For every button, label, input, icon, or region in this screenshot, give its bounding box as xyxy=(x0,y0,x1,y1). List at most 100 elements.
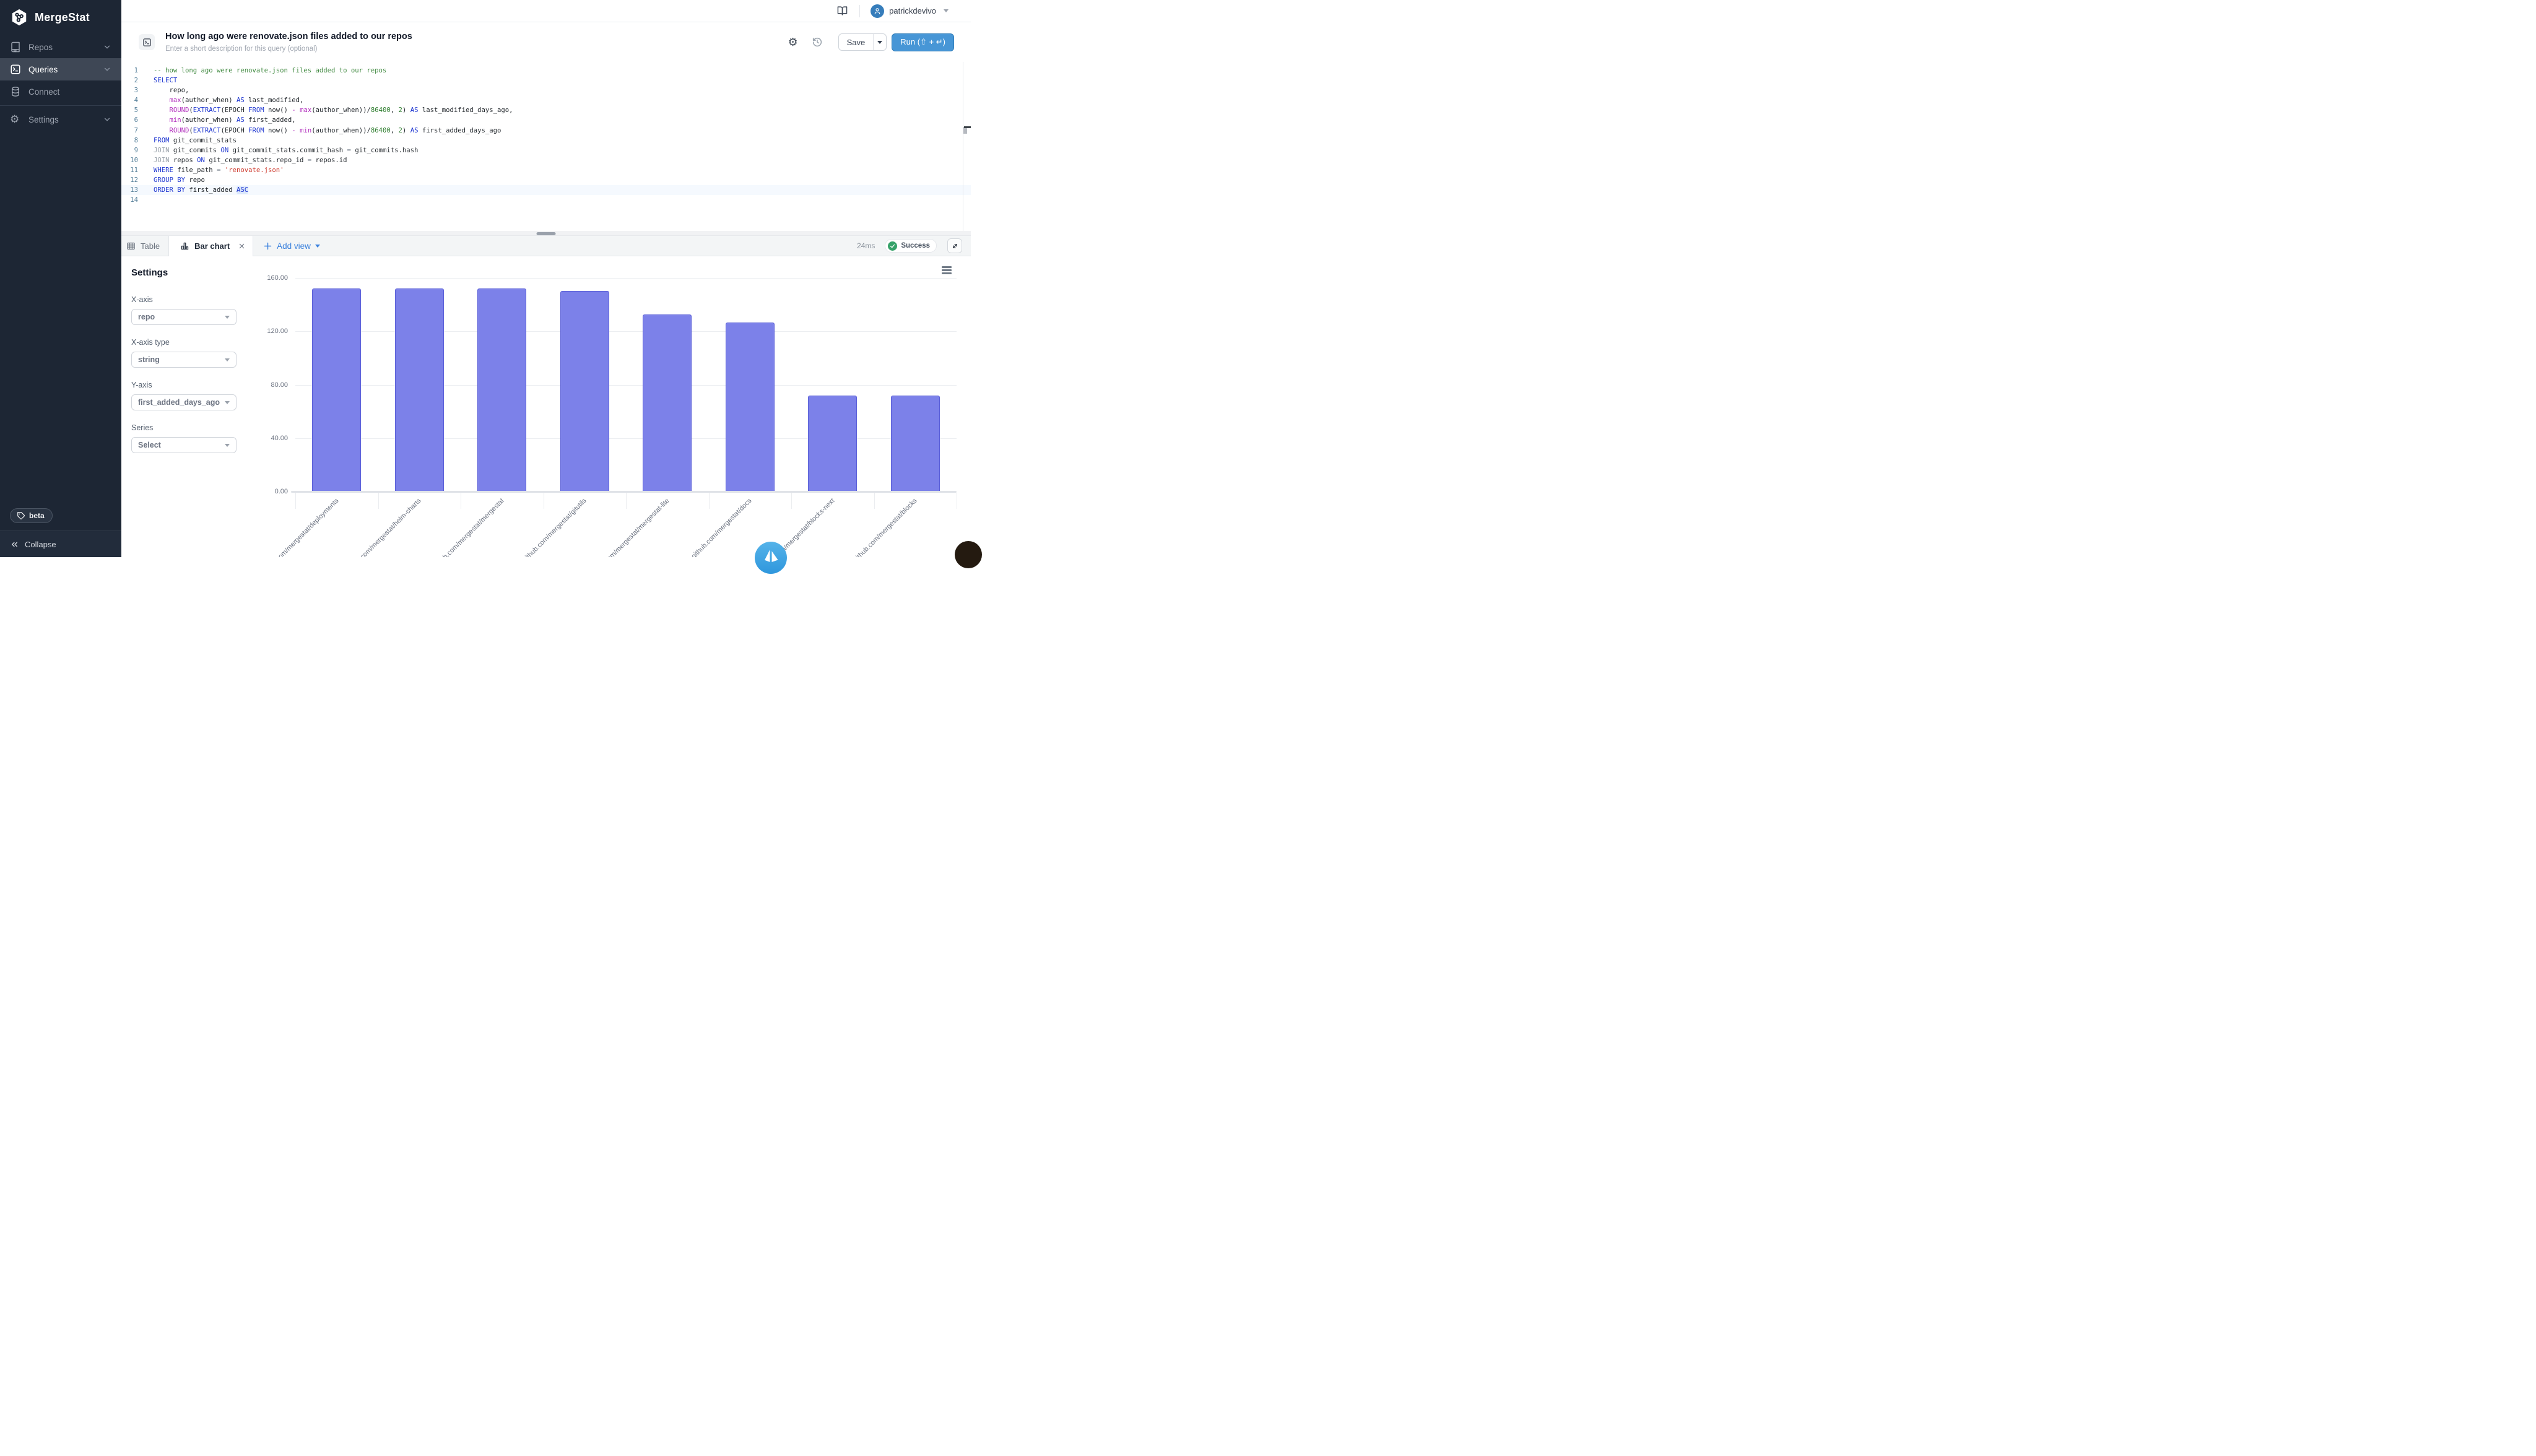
x-tick-line xyxy=(791,493,792,509)
code-token: AS xyxy=(410,127,419,134)
series-select[interactable]: Select xyxy=(131,437,237,453)
sql-editor[interactable]: 1-- how long ago were renovate.json file… xyxy=(121,62,971,231)
line-number: 3 xyxy=(121,85,149,95)
sidebar-nav: Repos QueriesConnect ⚙Settings xyxy=(0,36,121,131)
terminal-icon xyxy=(10,64,21,75)
x-axis-line xyxy=(291,491,957,493)
x-axis-label: X-axis xyxy=(131,295,237,304)
x-axis-label: github.com/mergestat/mergestat xyxy=(386,497,505,557)
bar-github.com/mergestat/helm-charts xyxy=(395,288,444,491)
save-button[interactable]: Save xyxy=(839,34,874,50)
close-tab-icon[interactable] xyxy=(238,243,245,249)
gear-icon: ⚙ xyxy=(10,114,21,125)
tab-bar-chart[interactable]: Bar chart xyxy=(168,236,253,256)
code-token: ) xyxy=(402,106,410,114)
tab-table-label: Table xyxy=(141,241,160,251)
run-query-button[interactable]: Run (⇧ + ↵) xyxy=(892,33,954,51)
avatar[interactable] xyxy=(871,4,884,18)
mergestat-logo[interactable]: MergeStat xyxy=(0,0,121,36)
sidebar-item-settings[interactable]: ⚙Settings xyxy=(0,108,121,131)
series-label: Series xyxy=(131,423,237,432)
code-token: JOIN xyxy=(154,157,170,164)
code-token: max xyxy=(170,97,181,104)
tab-table[interactable]: Table xyxy=(121,236,168,256)
caret-down-icon xyxy=(225,444,230,447)
line-number: 2 xyxy=(121,76,149,85)
sidebar-bottom: beta Collapse xyxy=(0,508,121,557)
add-view-button[interactable]: Add view xyxy=(263,236,320,256)
sidebar-item-label: Repos xyxy=(28,43,53,52)
mergestat-logo-icon xyxy=(10,8,28,27)
field-x-axis: X-axis repo xyxy=(131,295,237,325)
query-description-placeholder[interactable]: Enter a short description for this query… xyxy=(165,45,412,53)
line-number: 5 xyxy=(121,105,149,115)
query-title[interactable]: How long ago were renovate.json files ad… xyxy=(165,32,412,42)
y-tick-label: 40.00 xyxy=(260,435,288,442)
editor-scrollbar-thumb[interactable] xyxy=(963,127,967,134)
results-body: Settings X-axisrepoX-axis typestringY-ax… xyxy=(121,256,971,557)
code-token: ASC xyxy=(237,186,248,194)
panel-resize-handle[interactable] xyxy=(537,232,556,235)
add-view-label: Add view xyxy=(277,241,311,251)
code-line: 13ORDER BY first_added ASC xyxy=(121,185,971,195)
y-axis-select[interactable]: first_added_days_ago xyxy=(131,394,237,410)
collapse-sidebar-button[interactable]: Collapse xyxy=(0,531,121,557)
save-options-caret[interactable] xyxy=(873,34,886,50)
add-view-caret-icon xyxy=(315,245,320,248)
sidebar-item-repos[interactable]: Repos xyxy=(0,36,121,58)
chevron-down-icon xyxy=(103,65,111,74)
code-token: git_commit_stats.commit_hash xyxy=(228,147,347,154)
code-token: (author_when))/ xyxy=(311,127,371,134)
sidebar-divider xyxy=(0,105,121,106)
y-axis-value: first_added_days_ago xyxy=(138,398,225,407)
code-text: ROUND(EXTRACT(EPOCH FROM now() - max(aut… xyxy=(149,105,513,115)
beta-badge: beta xyxy=(10,508,53,523)
x-axis-type-select[interactable]: string xyxy=(131,352,237,368)
sidebar-item-queries[interactable]: Queries xyxy=(0,58,121,80)
code-token: repos.id xyxy=(311,157,347,164)
line-number: 14 xyxy=(121,195,149,205)
code-token: , xyxy=(391,127,399,134)
code-token: 86400 xyxy=(371,127,391,134)
code-text: min(author_when) AS first_added, xyxy=(149,115,296,125)
line-number: 6 xyxy=(121,115,149,125)
expand-view-button[interactable] xyxy=(947,238,962,253)
x-tick-line xyxy=(874,493,875,509)
query-settings-gear-icon[interactable]: ⚙ xyxy=(788,37,798,48)
code-token: first_added, xyxy=(245,116,296,124)
editor-scrollbar-annotation xyxy=(964,126,971,128)
code-token: ORDER BY xyxy=(154,186,185,194)
sidebar-item-connect[interactable]: Connect xyxy=(0,80,121,103)
docs-book-icon[interactable] xyxy=(837,6,848,16)
caret-down-icon xyxy=(225,358,230,362)
code-token: (author_when) xyxy=(181,97,237,104)
sidebar: MergeStat Repos QueriesConnect ⚙Settings b… xyxy=(0,0,121,557)
bar-github.com/mergestat/blocks-next xyxy=(808,396,857,490)
code-token: JOIN xyxy=(154,147,170,154)
y-axis-label: Y-axis xyxy=(131,381,237,389)
code-token: now() xyxy=(264,127,292,134)
field-x-axis-type: X-axis typestring xyxy=(131,338,237,368)
code-token: repos xyxy=(170,157,198,164)
code-token: AS xyxy=(237,97,245,104)
code-token: ROUND xyxy=(170,106,189,114)
code-token: ROUND xyxy=(170,127,189,134)
database-icon xyxy=(10,86,21,97)
code-token: ON xyxy=(197,157,205,164)
chevron-down-icon xyxy=(103,115,111,124)
query-history-icon[interactable] xyxy=(812,37,823,48)
caret-down-icon xyxy=(225,316,230,319)
line-number: 4 xyxy=(121,95,149,105)
user-menu-caret-icon[interactable] xyxy=(944,9,949,12)
line-number: 11 xyxy=(121,165,149,175)
chat-widget-button[interactable] xyxy=(755,542,787,574)
code-token xyxy=(154,97,170,104)
bar-chart-icon xyxy=(180,241,189,251)
username[interactable]: patrickdevivo xyxy=(889,6,936,15)
field-y-axis: Y-axis first_added_days_ago xyxy=(131,381,237,410)
bar-github.com/mergestat/mergestat xyxy=(477,288,526,491)
chart-menu-icon[interactable] xyxy=(942,266,952,275)
corner-widget xyxy=(955,541,982,568)
x-axis-select[interactable]: repo xyxy=(131,309,237,325)
gridline xyxy=(295,278,957,279)
